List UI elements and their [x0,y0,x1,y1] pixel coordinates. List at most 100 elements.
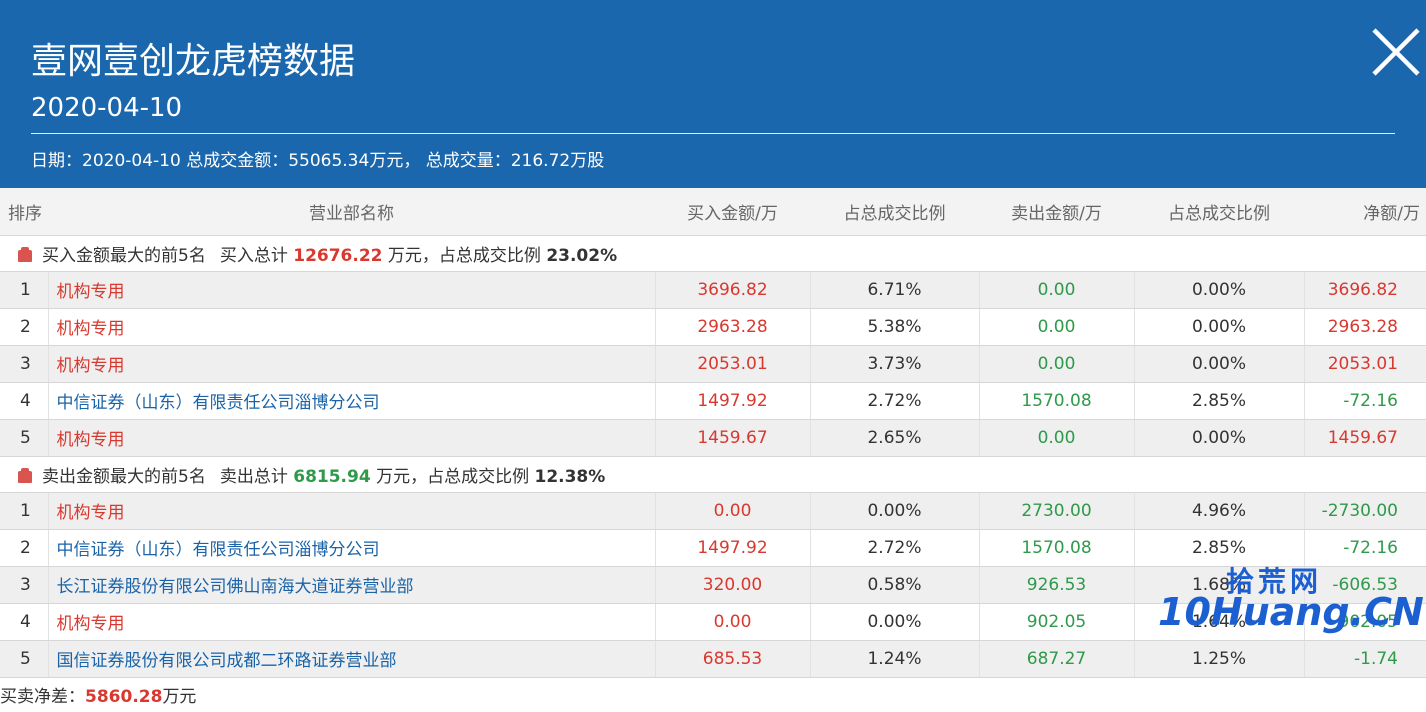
row-sell-ratio: 4.96% [1191,500,1246,521]
row-sell-ratio: 0.00% [1191,279,1246,300]
row-buy-amount: 1497.92 [697,537,768,558]
col-sell-amount: 卖出金额/万 [979,188,1134,236]
buy-total-value: 12676.22 [293,245,383,266]
table-row: 5 国信证券股份有限公司成都二环路证券营业部 685.53 1.24% 687.27 1.… [0,640,1426,678]
row-branch-name[interactable]: 机构专用 [57,282,125,302]
close-button[interactable] [1370,26,1422,78]
table-row: 5 机构专用 1459.67 2.65% 0.00 0.00% 1459.67 [0,419,1426,457]
row-buy-amount: 2963.28 [697,316,768,337]
row-sell-amount-cell: 0.00 [979,419,1135,457]
row-rank: 4 [20,390,31,411]
row-branch-name[interactable]: 中信证券（山东）有限责任公司淄博分公司 [57,393,380,413]
row-branch-name-cell: 长江证券股份有限公司佛山南海大道证券营业部 [48,566,656,604]
row-rank: 2 [20,537,31,558]
row-net-amount-cell: -1.74 [1304,640,1426,678]
row-net-amount-cell: 2963.28 [1304,308,1426,346]
buy-total-unit: 万元， [387,245,439,266]
row-rank-cell: 5 [0,640,49,678]
row-buy-amount: 0.00 [713,500,752,521]
row-sell-amount: 687.27 [1026,648,1087,669]
row-branch-name[interactable]: 中信证券（山东）有限责任公司淄博分公司 [57,540,380,560]
row-sell-ratio: 1.25% [1191,648,1246,669]
row-branch-name[interactable]: 长江证券股份有限公司佛山南海大道证券营业部 [57,577,414,597]
row-branch-name-cell: 中信证券（山东）有限责任公司淄博分公司 [48,382,656,420]
row-sell-ratio: 0.00% [1191,427,1246,448]
row-sell-amount: 2730.00 [1021,500,1092,521]
sell-ratio-value: 12.38% [534,466,606,487]
row-rank-cell: 2 [0,529,49,567]
row-buy-amount: 685.53 [702,648,763,669]
row-sell-amount-cell: 902.05 [979,603,1135,641]
row-sell-ratio-cell: 0.00% [1134,271,1305,309]
row-buy-ratio-cell: 0.58% [810,566,980,604]
row-branch-name-cell: 机构专用 [48,308,656,346]
buy-ratio-value: 23.02% [546,245,618,266]
row-branch-name[interactable]: 机构专用 [57,503,125,523]
row-sell-amount-cell: 1570.08 [979,382,1135,420]
row-branch-name[interactable]: 机构专用 [57,356,125,376]
row-buy-ratio-cell: 6.71% [810,271,980,309]
row-buy-amount-cell: 0.00 [655,492,811,530]
row-sell-ratio-cell: 1.25% [1134,640,1305,678]
row-buy-amount: 1497.92 [697,390,768,411]
row-sell-ratio-cell: 0.00% [1134,308,1305,346]
sell-group-header: 卖出金额最大的前5名 卖出总计 6815.94 万元，占总成交比例 12.38% [0,456,1426,493]
dialog-header: 壹网壹创龙虎榜数据 2020-04-10 日期：2020-04-10 总成交金额… [0,0,1426,188]
row-rank: 5 [20,427,31,448]
row-branch-name[interactable]: 机构专用 [57,614,125,634]
row-rank: 3 [20,353,31,374]
table-row: 1 机构专用 3696.82 6.71% 0.00 0.00% 3696.82 [0,271,1426,309]
sell-total-prefix: 卖出总计 [219,466,288,487]
row-net-amount: 2053.01 [1327,353,1398,374]
sell-ratio-prefix: 占总成交比例 [427,466,530,487]
net-difference-value: 5860.28 [85,687,163,707]
row-branch-name-cell: 机构专用 [48,271,656,309]
row-buy-ratio: 1.24% [867,648,922,669]
row-branch-name[interactable]: 国信证券股份有限公司成都二环路证券营业部 [57,651,397,671]
row-buy-ratio-cell: 0.00% [810,492,980,530]
watermark-logo: 拾荒网 10Huang.CN [1158,560,1424,640]
net-difference-unit: 万元 [162,687,197,707]
row-buy-amount-cell: 1497.92 [655,529,811,567]
buy-total-prefix: 买入总计 [219,245,288,266]
row-rank-cell: 3 [0,345,49,383]
row-buy-ratio: 0.58% [867,574,922,595]
sell-group-label: 卖出金额最大的前5名 [42,466,206,487]
row-sell-amount: 0.00 [1037,353,1076,374]
row-branch-name[interactable]: 机构专用 [57,319,125,339]
row-sell-ratio-cell: 0.00% [1134,345,1305,383]
row-branch-name[interactable]: 机构专用 [57,430,125,450]
row-branch-name-cell: 国信证券股份有限公司成都二环路证券营业部 [48,640,656,678]
table-row: 1 机构专用 0.00 0.00% 2730.00 4.96% -2730.00 [0,492,1426,530]
row-buy-ratio-cell: 5.38% [810,308,980,346]
row-net-amount: 3696.82 [1327,279,1398,300]
page-title: 壹网壹创龙虎榜数据 [31,41,356,82]
row-buy-ratio: 6.71% [867,279,922,300]
row-rank-cell: 1 [0,271,49,309]
row-buy-amount-cell: 0.00 [655,603,811,641]
row-rank: 4 [20,611,31,632]
row-rank-cell: 4 [0,603,49,641]
row-rank: 2 [20,316,31,337]
header-divider [31,133,1395,134]
row-rank-cell: 1 [0,492,49,530]
row-rank: 3 [20,574,31,595]
row-buy-amount: 3696.82 [697,279,768,300]
net-difference: 买卖净差：5860.28万元 [0,686,196,708]
row-sell-amount: 902.05 [1026,611,1087,632]
row-rank-cell: 3 [0,566,49,604]
row-buy-ratio: 3.73% [867,353,922,374]
row-net-amount-cell: 1459.67 [1304,419,1426,457]
row-sell-amount-cell: 926.53 [979,566,1135,604]
row-sell-amount: 926.53 [1026,574,1087,595]
row-buy-ratio-cell: 0.00% [810,603,980,641]
table-header: 排序 营业部名称 买入金额/万 占总成交比例 卖出金额/万 占总成交比例 净额/… [0,188,1426,236]
row-net-amount: 1459.67 [1327,427,1398,448]
col-rank: 排序 [0,188,48,236]
row-buy-amount-cell: 2963.28 [655,308,811,346]
briefcase-icon [18,246,32,262]
row-branch-name-cell: 机构专用 [48,492,656,530]
row-buy-ratio: 0.00% [867,611,922,632]
row-sell-amount-cell: 687.27 [979,640,1135,678]
page-subtitle-date: 2020-04-10 [31,93,183,123]
